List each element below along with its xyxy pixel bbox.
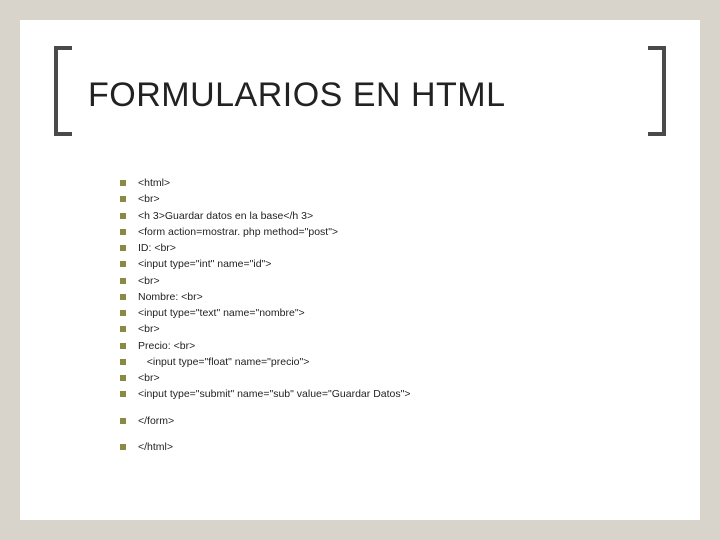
code-line: Nombre: <br> bbox=[120, 289, 656, 305]
slide-content: <html> <br> <h 3>Guardar datos en la bas… bbox=[120, 175, 656, 455]
slide: FORMULARIOS EN HTML <html> <br> <h 3>Gua… bbox=[20, 20, 700, 520]
slide-title: FORMULARIOS EN HTML bbox=[88, 76, 656, 115]
code-line: <h 3>Guardar datos en la base</h 3> bbox=[120, 208, 656, 224]
code-line: </form> bbox=[120, 413, 656, 429]
code-line: <input type="int" name="id"> bbox=[120, 256, 656, 272]
code-line: <html> bbox=[120, 175, 656, 191]
code-line: Precio: <br> bbox=[120, 338, 656, 354]
code-line: <br> bbox=[120, 321, 656, 337]
code-line: <br> bbox=[120, 370, 656, 386]
code-line: ID: <br> bbox=[120, 240, 656, 256]
code-line: </html> bbox=[120, 439, 656, 455]
bracket-left-tips bbox=[54, 46, 72, 136]
code-line: <br> bbox=[120, 273, 656, 289]
code-list: <html> <br> <h 3>Guardar datos en la bas… bbox=[120, 175, 656, 455]
code-line: <input type="submit" name="sub" value="G… bbox=[120, 386, 656, 402]
code-line: <form action=mostrar. php method="post"> bbox=[120, 224, 656, 240]
code-line: <br> bbox=[120, 191, 656, 207]
code-line: <input type="text" name="nombre"> bbox=[120, 305, 656, 321]
bracket-right-tips bbox=[648, 46, 666, 136]
code-line: <input type="float" name="precio"> bbox=[120, 354, 656, 370]
